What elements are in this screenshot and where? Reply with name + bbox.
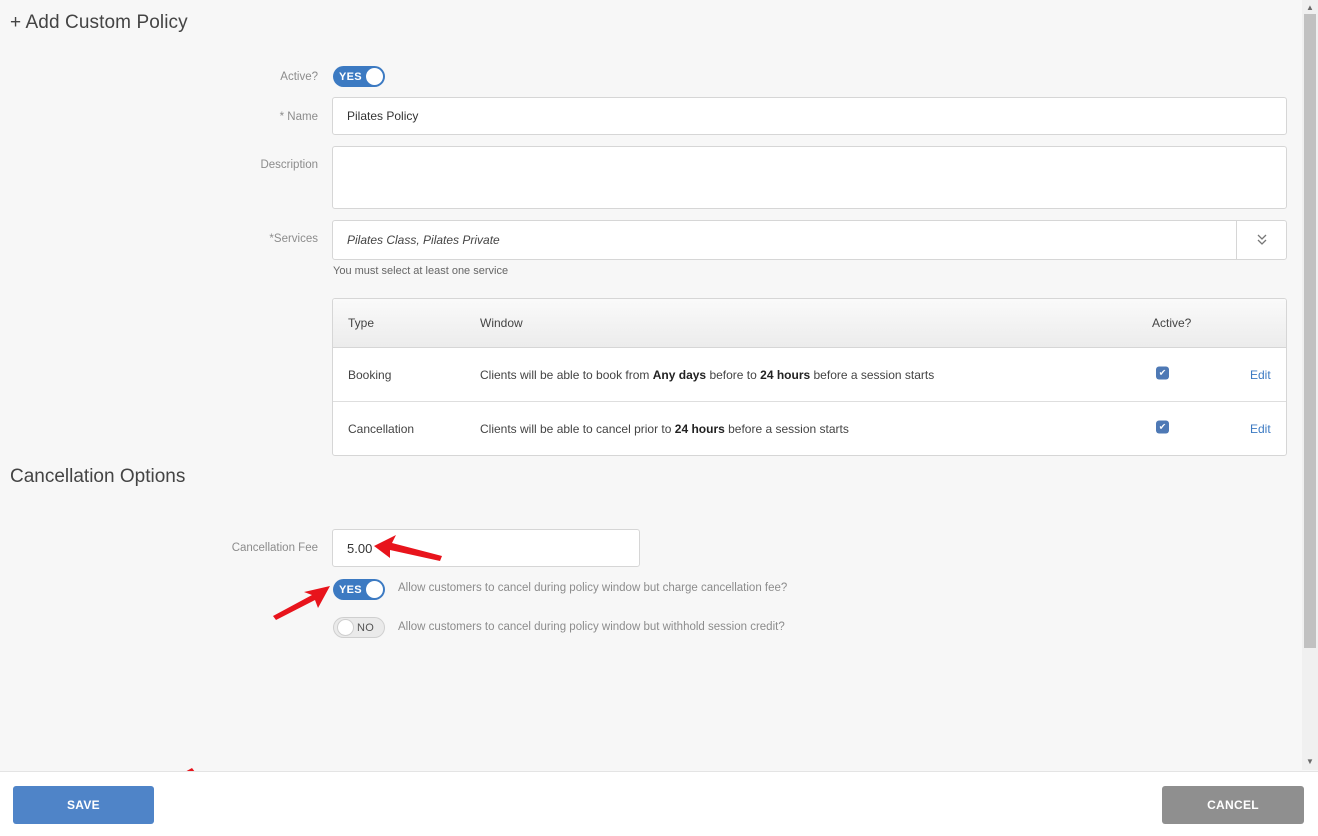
charge-fee-toggle[interactable]: YES [333,579,385,600]
cancellation-fee-label: Cancellation Fee [231,542,318,554]
row-type: Cancellation [348,422,415,436]
red-arrow-icon [374,535,442,561]
header-active: Active? [1152,316,1192,330]
scroll-up-icon[interactable]: ▲ [1302,0,1318,14]
withhold-credit-option-text: Allow customers to cancel during policy … [398,621,785,633]
row-window: Clients will be able to cancel prior to … [480,422,849,436]
active-checkbox[interactable]: ✔ [1156,366,1169,379]
withhold-credit-toggle[interactable]: NO [333,617,385,638]
table-row: Booking Clients will be able to book fro… [333,348,1286,402]
name-label: * Name [279,111,318,123]
footer-bar [0,771,1318,836]
description-label: Description [260,159,318,171]
save-button[interactable]: SAVE [13,786,154,824]
active-checkbox[interactable]: ✔ [1156,420,1169,434]
services-hint: You must select at least one service [333,265,509,277]
services-value: Pilates Class, Pilates Private [347,233,500,247]
active-label: Active? [280,71,318,83]
header-window: Window [480,316,523,330]
active-toggle-text: YES [339,70,362,83]
edit-link[interactable]: Edit [1250,368,1271,382]
page-title: + Add Custom Policy [10,12,188,33]
withhold-credit-toggle-text: NO [357,621,375,634]
cancel-button[interactable]: CANCEL [1162,786,1304,824]
toggle-knob [366,581,383,598]
toggle-knob [337,619,354,636]
toggle-knob [366,68,383,85]
edit-link[interactable]: Edit [1250,422,1271,436]
services-select[interactable]: Pilates Class, Pilates Private [332,220,1287,260]
row-type: Booking [348,367,392,382]
header-type: Type [348,316,375,330]
section-title: Cancellation Options [10,466,186,487]
name-input[interactable] [332,97,1287,135]
charge-fee-toggle-text: YES [339,583,362,596]
active-toggle[interactable]: YES [333,66,385,87]
scrollbar-thumb[interactable] [1304,14,1316,648]
table-row: Cancellation Clients will be able to can… [333,402,1286,455]
table-header: Type Window Active? [333,299,1286,348]
row-window: Clients will be able to book from Any da… [480,367,935,382]
services-label: *Services [269,233,318,245]
red-arrow-icon [273,586,330,620]
scroll-down-icon[interactable]: ▼ [1302,754,1318,768]
check-icon: ✔ [1156,420,1169,434]
description-textarea[interactable] [332,146,1287,209]
check-icon: ✔ [1156,366,1169,379]
double-chevron-down-icon[interactable] [1236,221,1286,259]
policy-window-table: Type Window Active? Booking Clients will… [332,298,1287,456]
charge-fee-option-text: Allow customers to cancel during policy … [398,582,788,594]
